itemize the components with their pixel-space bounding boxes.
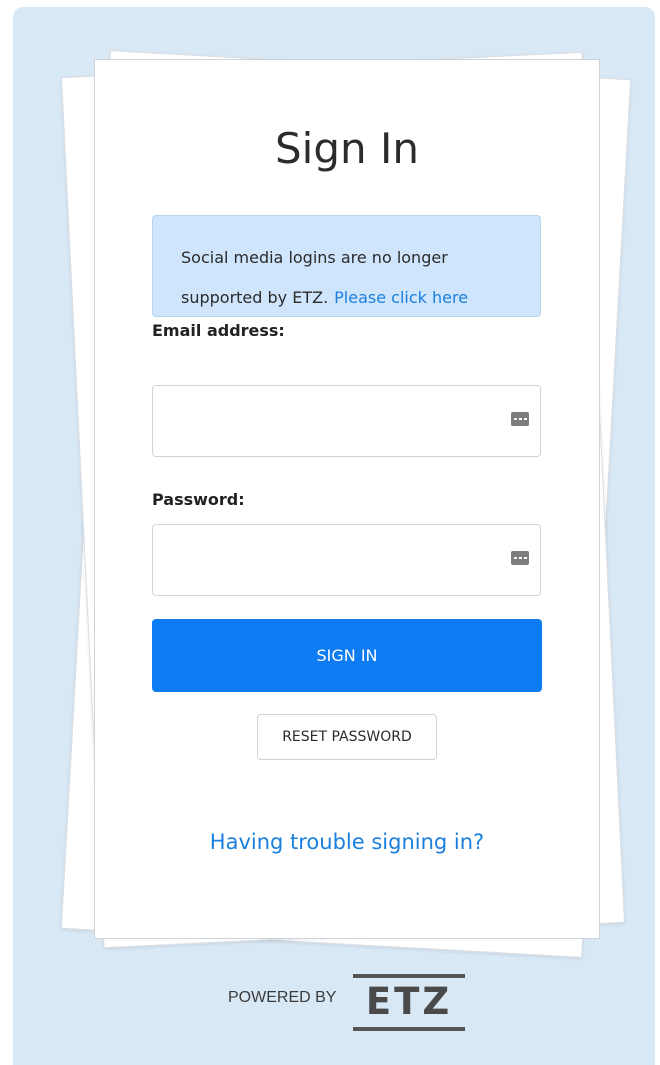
etz-logo: ETZ xyxy=(353,972,465,1032)
logo-word: ETZ xyxy=(365,980,453,1023)
notice-text-line2: supported by ETZ. Please click here xyxy=(181,278,512,318)
signin-button[interactable]: SIGN IN xyxy=(152,619,542,692)
password-manager-key-icon[interactable] xyxy=(511,412,529,426)
notice-link[interactable]: Please click here xyxy=(334,288,468,307)
password-manager-key-icon[interactable] xyxy=(511,551,529,565)
email-field-wrapper xyxy=(152,385,541,457)
signin-card: Sign In Social media logins are no longe… xyxy=(94,59,600,939)
trouble-signing-in-link[interactable]: Having trouble signing in? xyxy=(95,830,599,854)
notice-text: supported by ETZ. xyxy=(181,288,329,307)
password-label: Password: xyxy=(152,490,245,509)
powered-by-text: POWERED BY xyxy=(228,989,337,1006)
powered-by-footer: POWERED BY ETZ xyxy=(0,972,660,1032)
notice-text-line1: Social media logins are no longer xyxy=(181,248,448,267)
logo-bar-top xyxy=(353,974,465,978)
password-field-wrapper xyxy=(152,524,541,596)
password-field[interactable] xyxy=(153,525,540,595)
page-title: Sign In xyxy=(275,124,419,173)
email-label: Email address: xyxy=(152,321,285,340)
reset-password-button[interactable]: RESET PASSWORD xyxy=(257,714,437,760)
notice-banner: Social media logins are no longer suppor… xyxy=(152,215,541,317)
logo-bar-bottom xyxy=(353,1027,465,1031)
email-field[interactable] xyxy=(153,386,540,456)
